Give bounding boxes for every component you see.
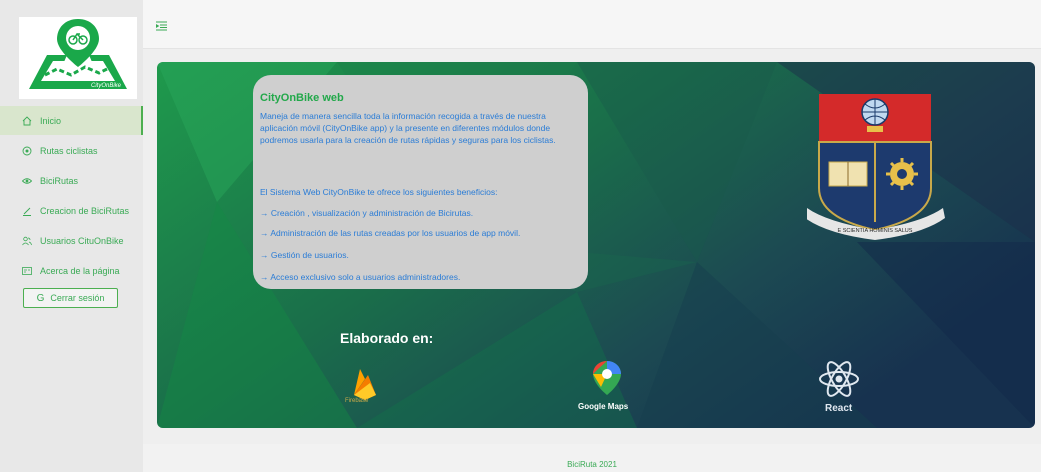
benefit-item: → Creación , visualización y administrac… [260,208,474,218]
sidebar-item-label: Acerca de la página [40,265,120,276]
google-maps-icon [593,361,621,395]
card-title: CityOnBike web [260,92,344,104]
edit-icon [22,206,32,216]
firebase-label: Firebase [345,398,369,404]
sidebar-item-label: BiciRutas [40,175,79,186]
footer: BiciRuta 2021 [143,444,1041,472]
sidebar-item-usuarios[interactable]: Usuarios CituOnBike [0,226,143,255]
info-card: CityOnBike web Maneja de manera sencilla… [253,75,588,289]
react-icon [819,361,859,397]
users-icon [22,236,32,246]
sidebar-item-inicio[interactable]: Inicio [0,106,143,135]
google-maps-label: Google Maps [578,402,629,411]
hero-banner: CityOnBike web Maneja de manera sencilla… [157,62,1035,428]
home-icon [22,115,32,126]
react-label: React [825,403,853,414]
sidebar: CityOnBike Inicio Rutas ciclistas BiciRu… [0,0,143,472]
benefit-item: → Administración de las rutas creadas po… [260,228,521,238]
sidebar-item-label: Usuarios CituOnBike [40,235,124,246]
footer-text: BiciRuta 2021 [567,460,617,469]
logo-text: CityOnBike [91,83,122,89]
logout-icon: G [36,292,45,304]
logout-label: Cerrar sesión [50,293,105,303]
firebase-icon [354,369,376,400]
built-with-title: Elaborado en: [340,330,434,346]
university-crest: E SCIENTIA HOMINIS SALUS [807,94,945,240]
info-card-icon [22,266,32,276]
sidebar-item-creacion-bicirutas[interactable]: Creacion de BiciRutas [0,196,143,225]
logout-button[interactable]: G Cerrar sesión [23,288,118,308]
sidebar-nav: Inicio Rutas ciclistas BiciRutas Creacio… [0,106,143,308]
sidebar-item-label: Creacion de BiciRutas [40,205,130,216]
top-bar [143,0,1041,49]
sidebar-item-acerca[interactable]: Acerca de la página [0,256,143,285]
location-icon [22,146,32,156]
card-benefits-intro: El Sistema Web CityOnBike te ofrece los … [260,187,498,197]
card-description: Maneja de manera sencilla toda la inform… [260,111,556,145]
eye-icon [22,176,32,186]
menu-fold-icon[interactable] [155,21,167,34]
sidebar-item-rutas-ciclistas[interactable]: Rutas ciclistas [0,136,143,165]
benefit-item: → Gestión de usuarios. [260,250,349,260]
crest-motto: E SCIENTIA HOMINIS SALUS [838,228,913,234]
benefit-item: → Acceso exclusivo solo a usuarios admin… [260,272,461,282]
sidebar-item-label: Rutas ciclistas [40,145,98,156]
sidebar-item-label: Inicio [40,115,62,126]
sidebar-item-bicirutas[interactable]: BiciRutas [0,166,143,195]
app-logo[interactable]: CityOnBike [19,17,137,99]
